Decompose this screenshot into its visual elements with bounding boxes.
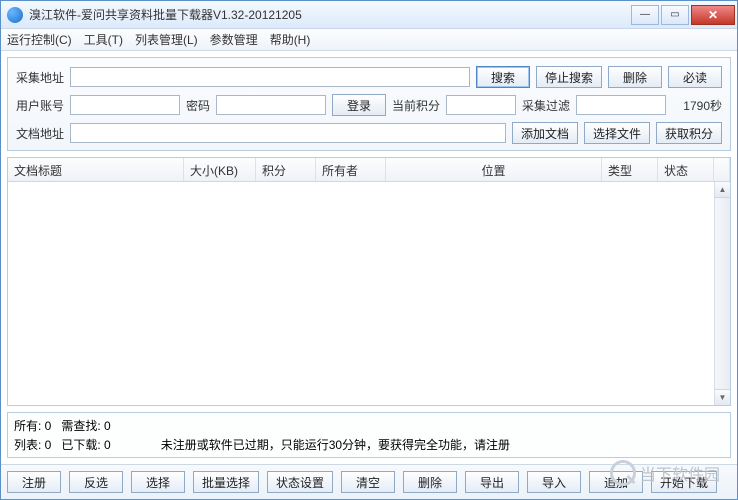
content-area: 采集地址 搜索 停止搜索 删除 必读 用户账号 密码 登录 当前积分 采集过滤 … [1, 51, 737, 464]
row-account: 用户账号 密码 登录 当前积分 采集过滤 1790秒 [16, 94, 722, 116]
login-button[interactable]: 登录 [332, 94, 386, 116]
get-points-button[interactable]: 获取积分 [656, 122, 722, 144]
import-button[interactable]: 导入 [527, 471, 581, 493]
menu-tools[interactable]: 工具(T) [84, 31, 123, 48]
search-button[interactable]: 搜索 [476, 66, 530, 88]
label-current-points: 当前积分 [392, 97, 440, 114]
window-buttons: — ▭ ✕ [629, 5, 735, 25]
input-user-account[interactable] [70, 95, 180, 115]
menubar: 运行控制(C) 工具(T) 列表管理(L) 参数管理 帮助(H) [1, 29, 737, 51]
input-password[interactable] [216, 95, 326, 115]
status-notice: 未注册或软件已过期，只能运行30分钟，要获得完全功能，请注册 [161, 436, 510, 453]
th-scroll-spacer [714, 158, 730, 181]
th-points[interactable]: 积分 [256, 158, 316, 181]
data-table: 文档标题 大小(KB) 积分 所有者 位置 类型 状态 ▲ ▼ [7, 157, 731, 406]
th-type[interactable]: 类型 [602, 158, 658, 181]
label-user-account: 用户账号 [16, 97, 64, 114]
scroll-down-icon[interactable]: ▼ [715, 389, 730, 405]
label-collect-filter: 采集过滤 [522, 97, 570, 114]
titlebar: 溴江软件-爱问共享资料批量下载器V1.32-20121205 — ▭ ✕ [1, 1, 737, 29]
minimize-button[interactable]: — [631, 5, 659, 25]
input-collect-url[interactable] [70, 67, 470, 87]
vertical-scrollbar[interactable]: ▲ ▼ [714, 182, 730, 405]
row-doc-url: 文档地址 添加文档 选择文件 获取积分 [16, 122, 722, 144]
status-downloaded: 已下载: 0 [61, 436, 110, 453]
stop-search-button[interactable]: 停止搜索 [536, 66, 602, 88]
append-button[interactable]: 追加 [589, 471, 643, 493]
status-row-1: 所有: 0 需查找: 0 [14, 417, 724, 434]
input-collect-filter[interactable] [576, 95, 666, 115]
label-seconds: 1790秒 [683, 97, 722, 114]
bottom-toolbar: 注册 反选 选择 批量选择 状态设置 清空 删除 导出 导入 追加 开始下载 [1, 464, 737, 499]
scroll-up-icon[interactable]: ▲ [715, 182, 730, 198]
label-password: 密码 [186, 97, 210, 114]
delete2-button[interactable]: 删除 [403, 471, 457, 493]
input-panel: 采集地址 搜索 停止搜索 删除 必读 用户账号 密码 登录 当前积分 采集过滤 … [7, 57, 731, 151]
status-row-2: 列表: 0 已下载: 0 未注册或软件已过期，只能运行30分钟，要获得完全功能，… [14, 436, 724, 453]
status-need-find: 需查找: 0 [61, 417, 110, 434]
status-panel: 所有: 0 需查找: 0 列表: 0 已下载: 0 未注册或软件已过期，只能运行… [7, 412, 731, 458]
input-doc-url[interactable] [70, 123, 506, 143]
label-doc-url: 文档地址 [16, 125, 64, 142]
choose-file-button[interactable]: 选择文件 [584, 122, 650, 144]
input-current-points[interactable] [446, 95, 516, 115]
row-collect-url: 采集地址 搜索 停止搜索 删除 必读 [16, 66, 722, 88]
label-collect-url: 采集地址 [16, 69, 64, 86]
add-doc-button[interactable]: 添加文档 [512, 122, 578, 144]
table-body[interactable]: ▲ ▼ [8, 182, 730, 405]
maximize-button[interactable]: ▭ [661, 5, 689, 25]
clear-button[interactable]: 清空 [341, 471, 395, 493]
must-read-button[interactable]: 必读 [668, 66, 722, 88]
export-button[interactable]: 导出 [465, 471, 519, 493]
delete-button[interactable]: 删除 [608, 66, 662, 88]
th-title[interactable]: 文档标题 [8, 158, 184, 181]
register-button[interactable]: 注册 [7, 471, 61, 493]
th-size[interactable]: 大小(KB) [184, 158, 256, 181]
batch-select-button[interactable]: 批量选择 [193, 471, 259, 493]
menu-list-mgmt[interactable]: 列表管理(L) [135, 31, 198, 48]
table-header: 文档标题 大小(KB) 积分 所有者 位置 类型 状态 [8, 158, 730, 182]
menu-run-control[interactable]: 运行控制(C) [7, 31, 72, 48]
th-owner[interactable]: 所有者 [316, 158, 386, 181]
start-download-button[interactable]: 开始下载 [651, 471, 717, 493]
window-title: 溴江软件-爱问共享资料批量下载器V1.32-20121205 [29, 6, 629, 23]
app-window: 溴江软件-爱问共享资料批量下载器V1.32-20121205 — ▭ ✕ 运行控… [0, 0, 738, 500]
status-settings-button[interactable]: 状态设置 [267, 471, 333, 493]
th-location[interactable]: 位置 [386, 158, 602, 181]
status-all: 所有: 0 [14, 417, 51, 434]
menu-help[interactable]: 帮助(H) [270, 31, 311, 48]
select-button[interactable]: 选择 [131, 471, 185, 493]
invert-select-button[interactable]: 反选 [69, 471, 123, 493]
app-icon [7, 7, 23, 23]
menu-param-mgmt[interactable]: 参数管理 [210, 31, 258, 48]
th-status[interactable]: 状态 [658, 158, 714, 181]
close-button[interactable]: ✕ [691, 5, 735, 25]
status-list: 列表: 0 [14, 436, 51, 453]
